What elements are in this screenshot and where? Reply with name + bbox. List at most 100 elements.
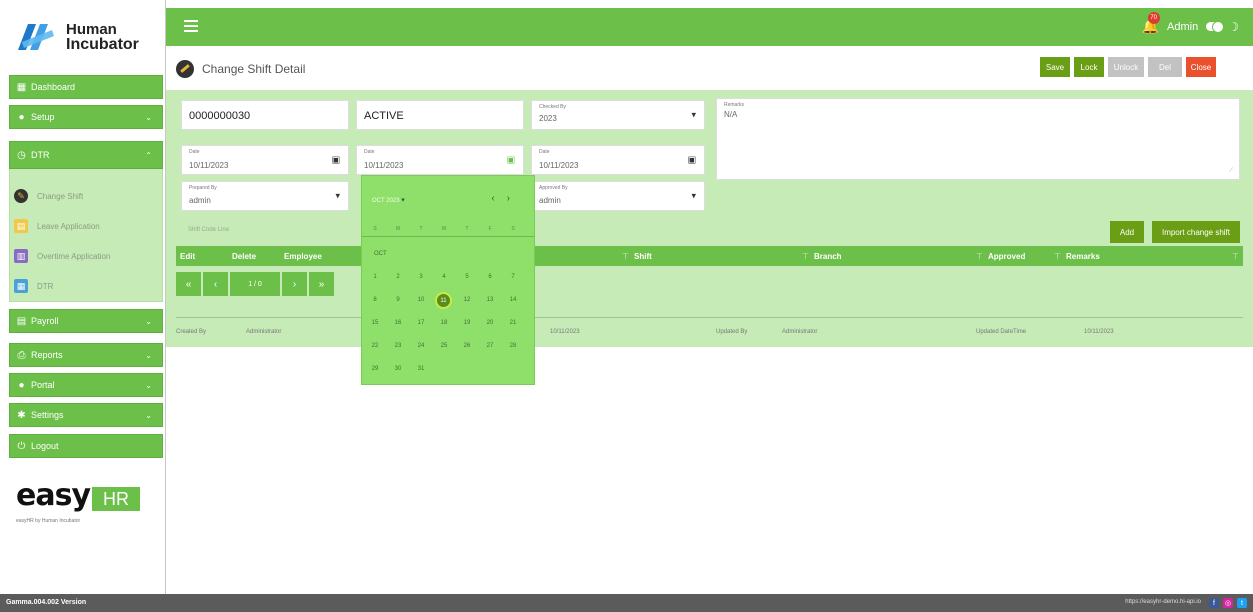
calendar-day[interactable]: 26 [460, 343, 474, 349]
weekday-label: F [488, 226, 492, 232]
month-year-dropdown[interactable]: OCT 2023 ▾ [372, 196, 405, 204]
calendar-day[interactable]: 8 [368, 297, 382, 303]
last-page-button[interactable]: » [309, 272, 334, 296]
filter-icon[interactable]: ⊤ [802, 252, 809, 261]
calendar-day[interactable]: 14 [506, 297, 520, 303]
calendar-day[interactable]: 21 [506, 320, 520, 326]
first-page-button[interactable]: « [176, 272, 201, 296]
resize-handle-icon[interactable]: ⟋ [1229, 168, 1233, 175]
import-change-shift-button[interactable]: Import change shift [1152, 221, 1240, 243]
calendar-icon[interactable]: ▣ [331, 155, 340, 166]
next-month-icon[interactable]: › [507, 193, 522, 204]
sidebar-item-dashboard[interactable]: ▦ Dashboard [9, 75, 163, 99]
calendar-day[interactable]: 23 [391, 343, 405, 349]
prepared-by-select[interactable]: Prepared By admin ▾ [181, 181, 349, 211]
calendar-day[interactable]: 19 [460, 320, 474, 326]
prev-page-button[interactable]: ‹ [203, 272, 228, 296]
calendar-day[interactable]: 15 [368, 320, 382, 326]
calendar-icon[interactable]: ▣ [687, 155, 696, 166]
close-button[interactable]: Close [1186, 57, 1216, 77]
calendar-day-selected[interactable]: 11 [435, 292, 452, 309]
sidebar-item-logout[interactable]: ⏻ Logout [9, 434, 163, 458]
sidebar-item-reports[interactable]: ⎙ Reports ⌄ [9, 343, 163, 367]
sidebar-item-settings[interactable]: ✱ Settings ⌄ [9, 403, 163, 427]
facebook-icon[interactable]: f [1209, 598, 1219, 608]
instagram-icon[interactable]: ◎ [1223, 598, 1233, 608]
unlock-button[interactable]: Unlock [1108, 57, 1144, 77]
col-delete[interactable]: Delete [232, 252, 256, 261]
calendar-day[interactable]: 6 [483, 274, 497, 280]
calendar-day[interactable]: 4 [437, 274, 451, 280]
human-incubator-logo[interactable]: Human Incubator [18, 14, 158, 60]
calendar-day[interactable]: 1 [368, 274, 382, 280]
col-shift[interactable]: Shift [634, 252, 652, 261]
col-employee[interactable]: Employee [284, 252, 322, 261]
delete-button[interactable]: Del [1148, 57, 1182, 77]
calendar-day[interactable]: 3 [414, 274, 428, 280]
calendar-day[interactable]: 30 [391, 366, 405, 372]
calendar-day[interactable]: 7 [506, 274, 520, 280]
date-field-3[interactable]: Date 10/11/2023 ▣ [531, 145, 705, 175]
calendar-day[interactable]: 29 [368, 366, 382, 372]
checked-by-select[interactable]: Checked By 2023 ▾ [531, 100, 705, 130]
calendar-day[interactable]: 20 [483, 320, 497, 326]
user-name[interactable]: Admin [1167, 21, 1198, 33]
created-date-value: 10/11/2023 [550, 329, 580, 335]
sidebar-sub-overtime[interactable]: ▥ Overtime Application [14, 246, 154, 266]
dashboard-icon: ▦ [16, 81, 27, 93]
filter-icon[interactable]: ⊤ [1232, 252, 1239, 261]
prev-month-icon[interactable]: ‹ [491, 193, 506, 204]
sidebar-sub-dtr[interactable]: ▦ DTR [14, 276, 154, 296]
gear-icon: ✱ [17, 409, 26, 421]
calendar-icon[interactable]: ▣ [506, 155, 515, 166]
twitter-icon[interactable]: t [1237, 598, 1247, 608]
date-field-1[interactable]: Date 10/11/2023 ▣ [181, 145, 349, 175]
date-picker-popup[interactable]: OCT 2023 ▾ ‹› OCT S M T W T F S 1 2 3 4 5 6 7 8 9 10 11 12… [361, 175, 535, 385]
date-label: Date [539, 149, 550, 155]
calendar-day[interactable]: 2 [391, 274, 405, 280]
calendar-day[interactable]: 9 [391, 297, 405, 303]
approved-by-select[interactable]: Approved By admin ▾ [531, 181, 705, 211]
calendar-day[interactable]: 27 [483, 343, 497, 349]
shift-code-line-tab[interactable]: Shift Code Line [188, 227, 229, 233]
date-field-2[interactable]: Date 10/11/2023 ▣ [356, 145, 524, 175]
next-page-button[interactable]: › [282, 272, 307, 296]
notification-badge: 70 [1147, 12, 1160, 24]
filter-icon[interactable]: ⊤ [622, 252, 629, 261]
col-remarks[interactable]: Remarks [1066, 252, 1100, 261]
add-button[interactable]: Add [1110, 221, 1144, 243]
sidebar-item-dtr[interactable]: ◷ DTR ⌃ [9, 141, 163, 169]
calendar-day[interactable]: 5 [460, 274, 474, 280]
calendar-day[interactable]: 18 [437, 320, 451, 326]
filter-icon[interactable]: ⊤ [976, 252, 983, 261]
col-edit[interactable]: Edit [180, 252, 195, 261]
sidebar-item-setup[interactable]: ● Setup ⌄ [9, 105, 163, 129]
hamburger-menu-icon[interactable] [184, 20, 198, 32]
calendar-day[interactable]: 12 [460, 297, 474, 303]
lock-button[interactable]: Lock [1074, 57, 1104, 77]
bell-icon[interactable]: 🔔 70 [1142, 12, 1160, 35]
sidebar-sub-change-shift[interactable]: ✎ Change Shift [14, 186, 154, 206]
col-branch[interactable]: Branch [814, 252, 842, 261]
calendar-day[interactable]: 17 [414, 320, 428, 326]
save-button[interactable]: Save [1040, 57, 1070, 77]
updated-dt-value: 10/11/2023 [1084, 329, 1114, 335]
sidebar-sub-leave[interactable]: ▤ Leave Application [14, 216, 154, 236]
doc-number-field[interactable]: 0000000030 [181, 100, 349, 130]
calendar-day[interactable]: 10 [414, 297, 428, 303]
sidebar-item-portal[interactable]: ● Portal ⌄ [9, 373, 163, 397]
remarks-textarea[interactable]: Remarks N/A ⟋ [716, 98, 1240, 180]
status-field[interactable]: ACTIVE [356, 100, 524, 130]
col-approved[interactable]: Approved [988, 252, 1025, 261]
calendar-day[interactable]: 16 [391, 320, 405, 326]
site-url[interactable]: https://easyhr-demo.hi-api.io [1125, 599, 1201, 605]
calendar-day[interactable]: 24 [414, 343, 428, 349]
calendar-day[interactable]: 22 [368, 343, 382, 349]
calendar-day[interactable]: 13 [483, 297, 497, 303]
theme-toggle[interactable] [1206, 21, 1225, 33]
sidebar-item-payroll[interactable]: ▤ Payroll ⌄ [9, 309, 163, 333]
calendar-day[interactable]: 28 [506, 343, 520, 349]
calendar-day[interactable]: 31 [414, 366, 428, 372]
filter-icon[interactable]: ⊤ [1054, 252, 1061, 261]
calendar-day[interactable]: 25 [437, 343, 451, 349]
